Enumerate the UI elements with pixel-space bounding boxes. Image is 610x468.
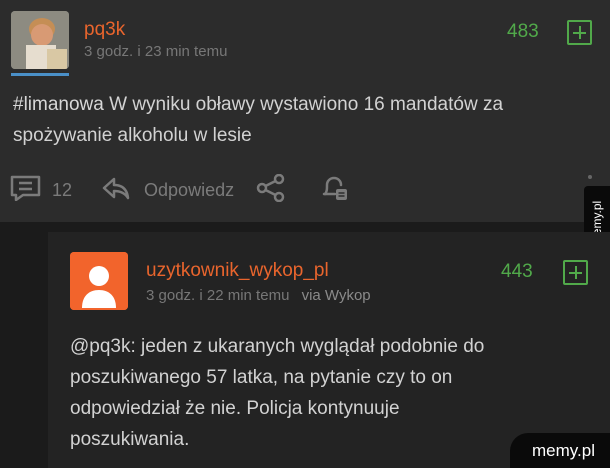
reply-via: via Wykop xyxy=(301,287,371,304)
main-post: pq3k 3 godz. i 23 min temu 483 #limanowa… xyxy=(0,0,610,222)
reply-line1: : jeden z ukaranych wyglądał podobnie do xyxy=(130,336,485,357)
post-text-line2: spożywanie alkoholu w lesie xyxy=(13,125,252,146)
notification-icon[interactable] xyxy=(320,174,348,207)
comment-icon[interactable] xyxy=(10,175,42,206)
post-text-line1: W wyniku obławy wystawiono 16 mandatów z… xyxy=(103,94,504,115)
reply-line2: poszukiwanego 57 latka, na pytanie czy t… xyxy=(70,367,453,388)
reply-author-avatar[interactable] xyxy=(70,252,128,310)
post-score: 483 xyxy=(507,21,539,42)
reply-upvote-plus-icon[interactable] xyxy=(563,260,588,285)
watermark-bottom-text: memy.pl xyxy=(532,441,595,460)
post-author[interactable]: pq3k xyxy=(84,19,125,41)
post-actions: 12 Odpowiedz xyxy=(10,172,348,208)
watermark-bottom: memy.pl xyxy=(510,433,610,468)
avatar-status-bar xyxy=(11,73,69,76)
reply-mention[interactable]: @pq3k xyxy=(70,336,131,357)
post-time[interactable]: 3 godz. i 23 min temu xyxy=(84,43,227,60)
reply-content: @pq3k: jeden z ukaranych wyglądał podobn… xyxy=(70,331,590,455)
comments-count[interactable]: 12 xyxy=(52,180,72,201)
reply-time[interactable]: 3 godz. i 22 min temu xyxy=(146,287,289,304)
reply-line3: odpowiedział że nie. Policja kontynuuje xyxy=(70,398,400,419)
post-content: #limanowa W wyniku obławy wystawiono 16 … xyxy=(13,89,598,151)
share-icon[interactable] xyxy=(256,173,286,207)
post-tag[interactable]: #limanowa xyxy=(13,94,104,115)
reply-icon[interactable] xyxy=(102,176,130,205)
reply-meta: 3 godz. i 22 min temu via Wykop xyxy=(146,287,371,304)
reply-score: 443 xyxy=(501,261,533,282)
author-avatar[interactable] xyxy=(11,11,69,69)
reply-author[interactable]: uzytkownik_wykop_pl xyxy=(146,260,329,282)
reply-button[interactable]: Odpowiedz xyxy=(144,180,234,201)
upvote-plus-icon[interactable] xyxy=(567,20,592,45)
